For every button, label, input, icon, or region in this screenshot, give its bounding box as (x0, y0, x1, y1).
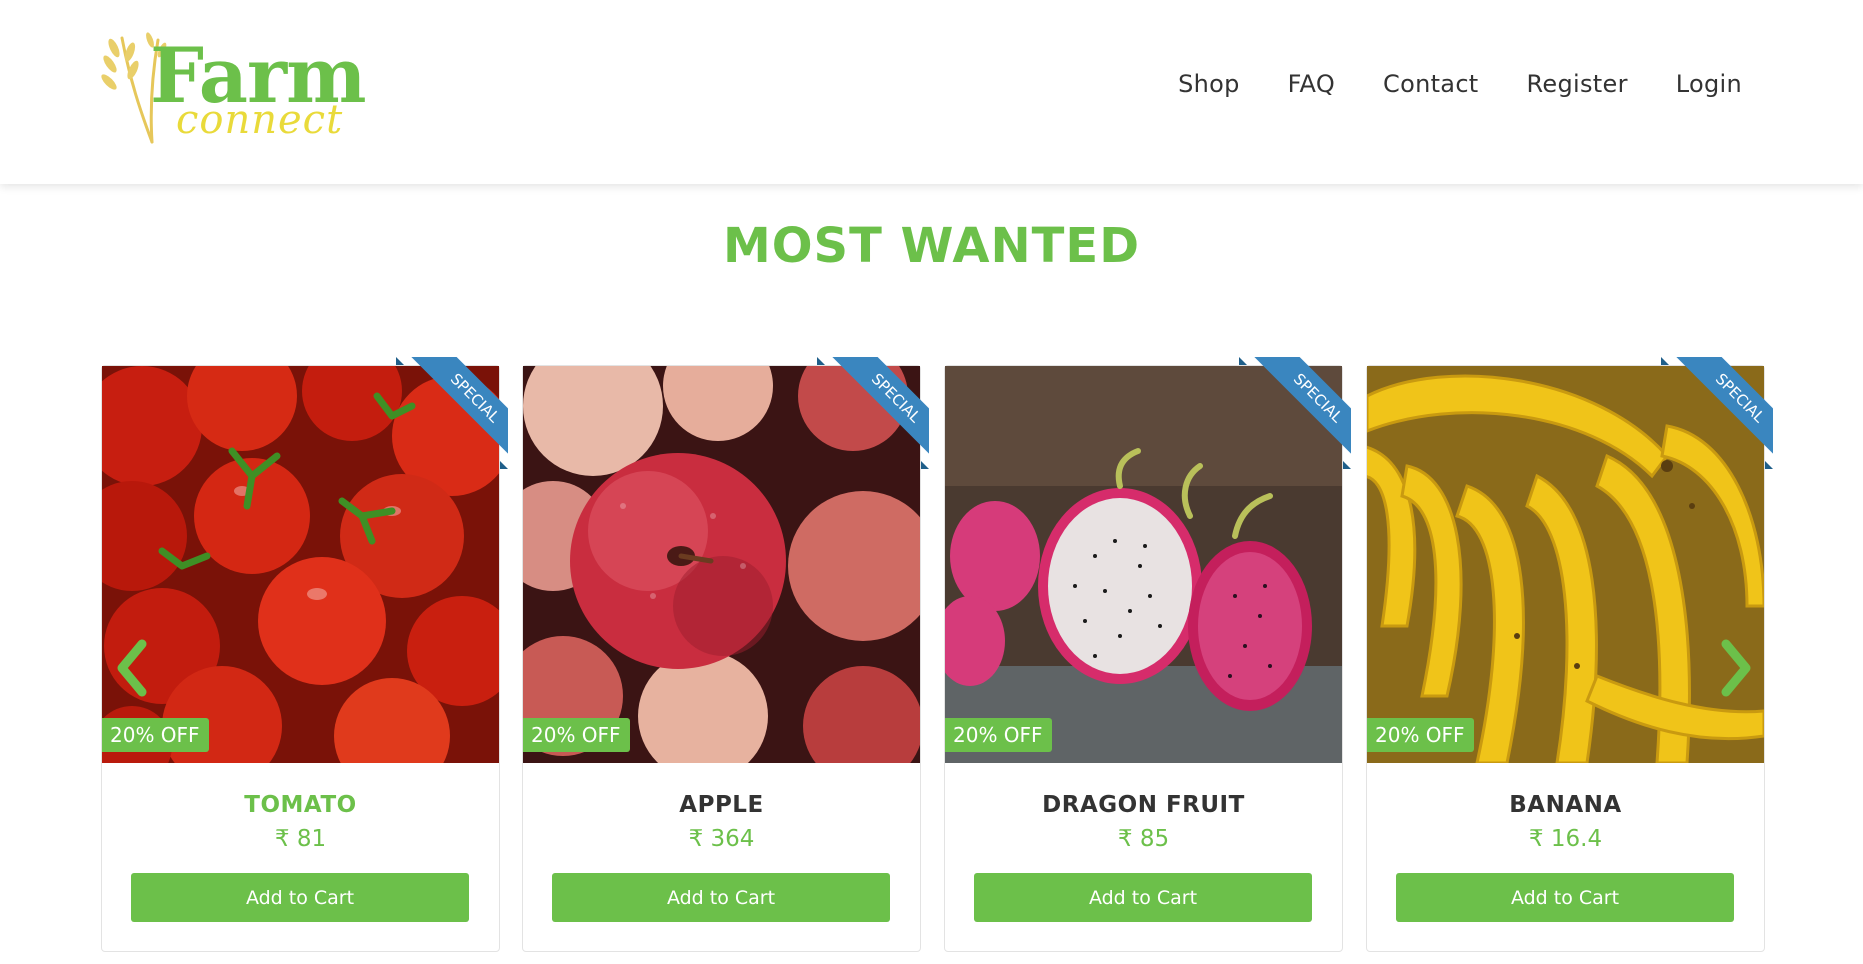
discount-badge: 20% OFF (945, 718, 1052, 752)
special-ribbon: SPECIAL (817, 357, 929, 469)
product-card-dragon-fruit[interactable]: SPECIAL 20% OFF DRAGON FRUIT ₹ 85 Add to… (944, 357, 1351, 952)
special-ribbon: SPECIAL (396, 357, 508, 469)
add-to-cart-button[interactable]: Add to Cart (974, 873, 1312, 922)
nav-faq-link[interactable]: FAQ (1288, 70, 1335, 98)
discount-badge: 20% OFF (523, 718, 630, 752)
logo-connect-text: connect (176, 97, 344, 143)
product-price: ₹ 81 (274, 826, 327, 852)
special-ribbon: SPECIAL (1661, 357, 1773, 469)
product-card-banana[interactable]: SPECIAL 20% OFF BANANA ₹ 16.4 Add to Car… (1366, 357, 1773, 952)
special-ribbon-label: SPECIAL (403, 357, 508, 469)
special-ribbon-label: SPECIAL (1668, 357, 1773, 469)
special-ribbon-label: SPECIAL (1246, 357, 1351, 469)
product-price: ₹ 85 (1117, 826, 1170, 852)
chevron-left-icon[interactable] (112, 638, 152, 698)
product-name[interactable]: TOMATO (102, 792, 499, 818)
nav-register-link[interactable]: Register (1527, 70, 1628, 98)
special-ribbon-label: SPECIAL (824, 357, 929, 469)
nav-contact-link[interactable]: Contact (1383, 70, 1478, 98)
section-title: MOST WANTED (722, 218, 1141, 274)
product-name[interactable]: DRAGON FRUIT (945, 792, 1342, 818)
discount-badge: 20% OFF (1367, 718, 1474, 752)
add-to-cart-button[interactable]: Add to Cart (552, 873, 890, 922)
special-ribbon: SPECIAL (1239, 357, 1351, 469)
product-price: ₹ 16.4 (1528, 826, 1603, 852)
site-header: Farm connect Shop FAQ Contact Register L… (0, 0, 1863, 184)
discount-badge: 20% OFF (102, 718, 209, 752)
nav-login-link[interactable]: Login (1676, 70, 1742, 98)
chevron-right-icon[interactable] (1716, 638, 1756, 698)
add-to-cart-button[interactable]: Add to Cart (131, 873, 469, 922)
farm-connect-logo[interactable]: Farm connect (100, 30, 370, 148)
product-name[interactable]: APPLE (523, 792, 920, 818)
nav-shop-link[interactable]: Shop (1178, 70, 1240, 98)
product-name[interactable]: BANANA (1367, 792, 1764, 818)
add-to-cart-button[interactable]: Add to Cart (1396, 873, 1734, 922)
main-nav: Shop FAQ Contact Register Login (1178, 70, 1742, 98)
product-price: ₹ 364 (688, 826, 755, 852)
product-card-tomato[interactable]: SPECIAL 20% OFF TOMATO ₹ 81 Add to Cart (101, 357, 508, 952)
product-card-apple[interactable]: SPECIAL 20% OFF APPLE ₹ 364 Add to Cart (522, 357, 929, 952)
